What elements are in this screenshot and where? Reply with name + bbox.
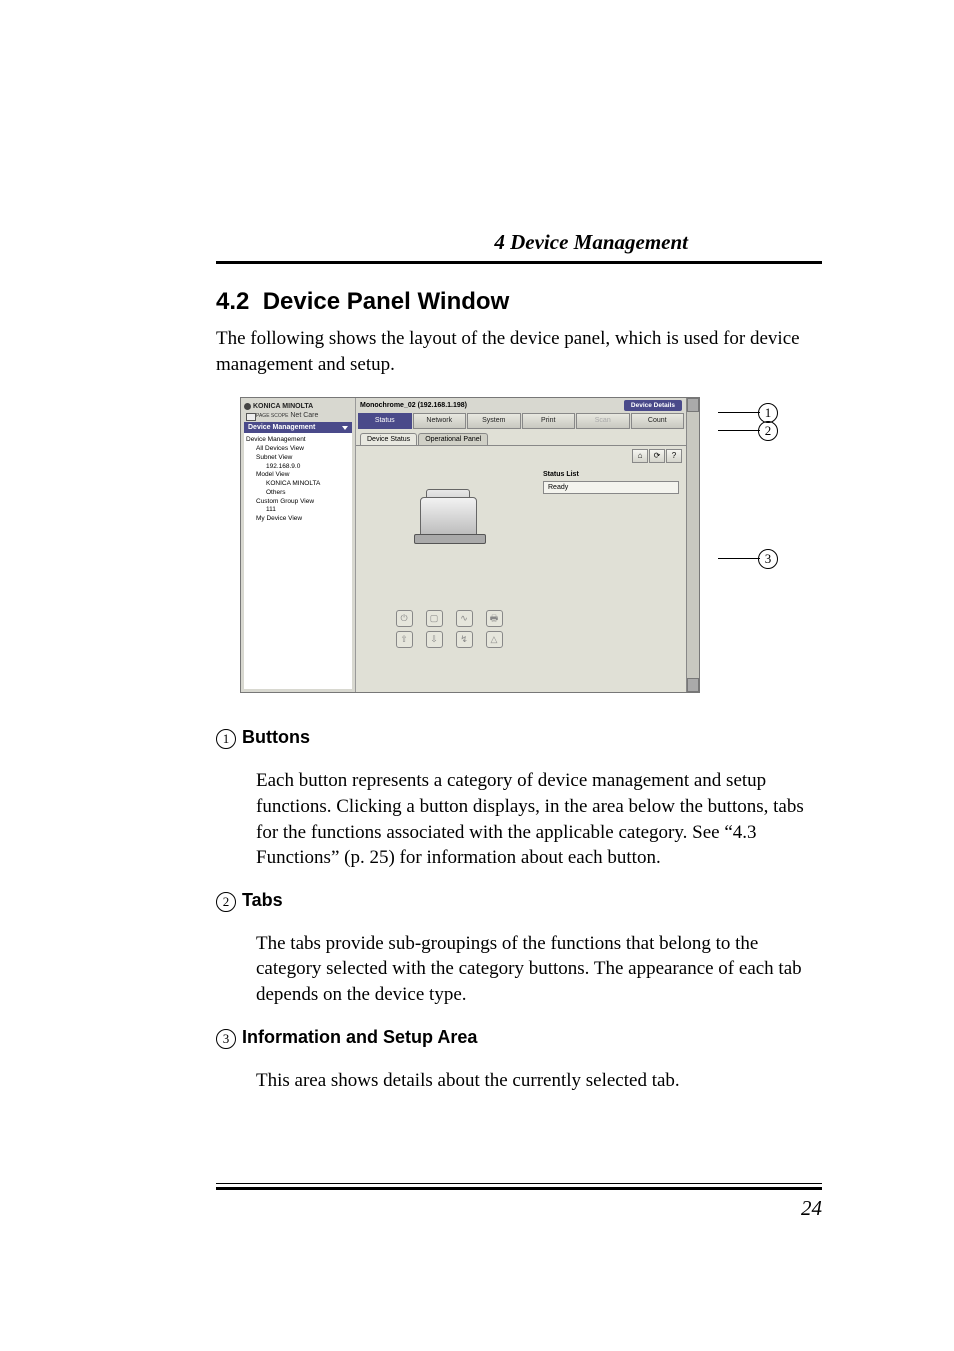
chevron-down-icon	[342, 426, 348, 430]
tab-operational-panel[interactable]: Operational Panel	[418, 433, 488, 445]
brand-logo: KONICA MINOLTA	[244, 401, 352, 412]
page-footer: 24	[216, 1183, 822, 1221]
tree-item[interactable]: All Devices View	[246, 445, 350, 454]
paper-icon: ▢	[426, 610, 443, 627]
callout-3: 3	[758, 549, 778, 569]
tree-item[interactable]: 111	[246, 506, 350, 515]
tree-item[interactable]: Subnet View	[246, 454, 350, 463]
item-3-number: 3	[216, 1029, 236, 1049]
section-number: 4.2	[216, 288, 249, 315]
warning-icon: △	[486, 631, 503, 648]
status-list-label: Status List	[543, 471, 679, 478]
toolbar-corner: ⌂ ⟳ ?	[632, 449, 682, 463]
category-scan-button: Scan	[576, 413, 630, 429]
item-3-title: Information and Setup Area	[242, 1027, 477, 1047]
printer-small-icon: 🖶	[486, 610, 503, 627]
callout-number-3: 3	[758, 549, 778, 569]
item-3-body: This area shows details about the curren…	[256, 1068, 822, 1094]
tab-row: Device Status Operational Panel	[356, 429, 686, 445]
home-icon[interactable]: ⌂	[632, 449, 648, 463]
status-list-pane: Status List Ready	[539, 449, 683, 689]
item-1-number: 1	[216, 729, 236, 749]
callout-2: 2	[758, 421, 778, 441]
help-icon[interactable]: ?	[666, 449, 682, 463]
app-window: KONICA MINOLTA PAGE SCOPE Net Care Devic…	[240, 397, 700, 693]
category-network-button[interactable]: Network	[413, 413, 467, 429]
device-title: Monochrome_02 (192.168.1.198)	[360, 402, 624, 409]
item-3-heading: 3 Information and Setup Area	[216, 1027, 822, 1049]
tree-item[interactable]: Custom Group View	[246, 498, 350, 507]
info-setup-area: ⌂ ⟳ ? ⏻ ▢ ∿ 🖶	[356, 445, 686, 692]
device-panel: Monochrome_02 (192.168.1.198) Device Det…	[356, 398, 686, 692]
item-1-title: Buttons	[242, 727, 310, 747]
nav-dropdown-label: Device Management	[248, 424, 315, 431]
chapter-title: 4 Device Management	[494, 230, 688, 254]
app-subtitle: PAGE SCOPE	[256, 413, 288, 419]
callout-1: 1	[758, 403, 778, 423]
tree-item[interactable]: 192.168.9.0	[246, 463, 350, 472]
section-title-text: Device Panel Window	[263, 288, 510, 315]
upload-icon: ⇧	[396, 631, 413, 648]
scroll-down-icon[interactable]	[687, 678, 699, 692]
nav-tree[interactable]: Device Management All Devices View Subne…	[244, 433, 352, 689]
device-title-bar: Monochrome_02 (192.168.1.198) Device Det…	[356, 398, 686, 413]
category-print-button[interactable]: Print	[522, 413, 576, 429]
item-1-heading: 1 Buttons	[216, 727, 822, 749]
status-icon-grid: ⏻ ▢ ∿ 🖶 ⇧ ⇩ ↯ △	[383, 604, 515, 654]
link-icon: ↯	[456, 631, 473, 648]
item-2-title: Tabs	[242, 890, 283, 910]
category-button-row: Status Network System Print Scan Count	[356, 413, 686, 429]
tree-item[interactable]: Others	[246, 489, 350, 498]
section-intro: The following shows the layout of the de…	[216, 326, 822, 377]
status-value: Ready	[543, 481, 679, 494]
nav-dropdown[interactable]: Device Management	[244, 422, 352, 433]
tree-item[interactable]: KONICA MINOLTA	[246, 480, 350, 489]
item-2-body: The tabs provide sub-groupings of the fu…	[256, 931, 822, 1008]
category-count-button[interactable]: Count	[631, 413, 685, 429]
app-name-text: Net Care	[290, 412, 318, 419]
printer-icon	[414, 489, 484, 544]
page-number: 24	[216, 1196, 822, 1221]
device-details-button[interactable]: Device Details	[624, 400, 682, 411]
category-status-button[interactable]: Status	[358, 413, 412, 429]
callout-number-2: 2	[758, 421, 778, 441]
item-2-heading: 2 Tabs	[216, 890, 822, 912]
item-2-number: 2	[216, 892, 236, 912]
refresh-icon[interactable]: ⟳	[649, 449, 665, 463]
download-icon: ⇩	[426, 631, 443, 648]
pulse-icon: ∿	[456, 610, 473, 627]
section-heading: 4.2 Device Panel Window	[216, 288, 822, 316]
callout-number-1: 1	[758, 403, 778, 423]
app-name: PAGE SCOPE Net Care	[244, 412, 352, 419]
tree-item[interactable]: Device Management	[246, 436, 350, 445]
sidebar: KONICA MINOLTA PAGE SCOPE Net Care Devic…	[241, 398, 356, 692]
category-system-button[interactable]: System	[467, 413, 521, 429]
page-header: 4 Device Management	[216, 0, 822, 264]
item-1-body: Each button represents a category of dev…	[256, 768, 822, 871]
scroll-up-icon[interactable]	[687, 398, 699, 412]
screenshot-figure: KONICA MINOLTA PAGE SCOPE Net Care Devic…	[240, 397, 778, 693]
device-image-pane: ⏻ ▢ ∿ 🖶 ⇧ ⇩ ↯ △	[359, 449, 539, 689]
power-icon: ⏻	[396, 610, 413, 627]
tab-device-status[interactable]: Device Status	[360, 433, 417, 445]
tree-item[interactable]: Model View	[246, 471, 350, 480]
tree-item[interactable]: My Device View	[246, 515, 350, 524]
vertical-scrollbar[interactable]	[686, 398, 699, 692]
